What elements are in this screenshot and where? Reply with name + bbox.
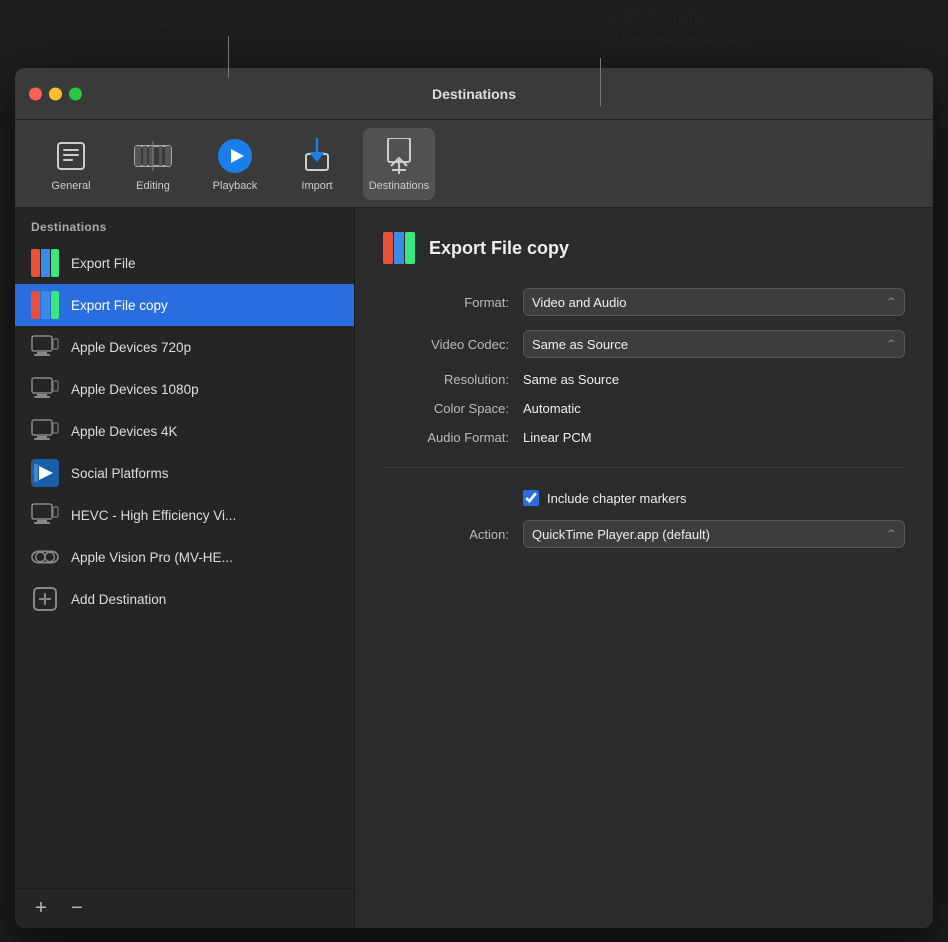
editing-toolbar-button[interactable]: Editing	[117, 128, 189, 200]
action-select-wrapper: QuickTime Player.app (default) None Open…	[523, 520, 905, 548]
export-file-label: Export File	[71, 256, 136, 271]
add-destination-button[interactable]: +	[27, 895, 55, 923]
apple-devices-720p-label: Apple Devices 720p	[71, 340, 191, 355]
sidebar: Destinations Export File	[15, 208, 355, 928]
apple-devices-1080p-icon	[31, 375, 59, 403]
hevc-label: HEVC - High Efficiency Vi...	[71, 508, 236, 523]
settings-divider	[383, 467, 905, 468]
format-label: Format:	[383, 295, 513, 310]
export-file-icon	[31, 249, 59, 277]
maximize-button[interactable]	[69, 87, 82, 100]
detail-title: Export File copy	[429, 238, 569, 259]
toolbar: General Editing	[15, 120, 933, 208]
sidebar-item-apple-devices-4k[interactable]: Apple Devices 4K	[15, 410, 354, 452]
sidebar-item-hevc[interactable]: HEVC - High Efficiency Vi...	[15, 494, 354, 536]
apple-vision-pro-icon	[31, 543, 59, 571]
detail-header: Export File copy	[383, 232, 905, 264]
destinations-toolbar-button[interactable]: Destinations	[363, 128, 435, 200]
apple-devices-4k-icon	[31, 417, 59, 445]
add-destination-icon	[31, 585, 59, 613]
import-icon	[297, 136, 337, 176]
general-label: General	[51, 180, 90, 192]
remove-destination-button[interactable]: −	[63, 895, 91, 923]
traffic-lights	[29, 87, 82, 100]
window-body: Destinations Export File	[15, 208, 933, 928]
import-label: Import	[301, 180, 332, 192]
hevc-icon	[31, 501, 59, 529]
apple-devices-720p-icon	[31, 333, 59, 361]
chapter-markers-checkbox[interactable]	[523, 490, 539, 506]
color-space-value: Automatic	[523, 401, 905, 416]
add-destination-label: Add Destination	[71, 592, 166, 607]
destinations-label: Destinations	[369, 180, 430, 192]
chapter-markers-text: Include chapter markers	[547, 491, 686, 506]
format-select[interactable]: Video and Audio Video Only Audio Only	[523, 288, 905, 316]
sidebar-item-export-file[interactable]: Export File	[15, 242, 354, 284]
sidebar-list: Export File Export File copy	[15, 242, 354, 888]
video-codec-select-wrapper: Same as Source H.264 H.265 (HEVC) ProRes…	[523, 330, 905, 358]
export-file-copy-label: Export File copy	[71, 298, 168, 313]
general-icon	[51, 136, 91, 176]
chapter-markers-row: Include chapter markers	[523, 490, 905, 506]
detail-panel: Export File copy Format: Video and Audio…	[355, 208, 933, 928]
color-space-label: Color Space:	[383, 401, 513, 416]
sidebar-item-apple-vision-pro[interactable]: Apple Vision Pro (MV-HE...	[15, 536, 354, 578]
sidebar-item-social-platforms[interactable]: Social Platforms	[15, 452, 354, 494]
titlebar: Destinations	[15, 68, 933, 120]
new-destination-callout: New destination	[155, 14, 262, 35]
sidebar-item-apple-devices-1080p[interactable]: Apple Devices 1080p	[15, 368, 354, 410]
export-file-copy-icon	[31, 291, 59, 319]
close-button[interactable]	[29, 87, 42, 100]
sidebar-item-export-file-copy[interactable]: Export File copy	[15, 284, 354, 326]
editing-label: Editing	[136, 180, 170, 192]
apple-vision-pro-label: Apple Vision Pro (MV-HE...	[71, 550, 233, 565]
resolution-value: Same as Source	[523, 372, 905, 387]
import-toolbar-button[interactable]: Import	[281, 128, 353, 200]
audio-format-value: Linear PCM	[523, 430, 905, 445]
main-window: Destinations General	[15, 68, 933, 928]
sidebar-item-apple-devices-720p[interactable]: Apple Devices 720p	[15, 326, 354, 368]
playback-toolbar-button[interactable]: Playback	[199, 128, 271, 200]
social-platforms-icon	[31, 459, 59, 487]
social-platforms-label: Social Platforms	[71, 466, 169, 481]
apple-devices-1080p-label: Apple Devices 1080p	[71, 382, 199, 397]
playback-icon	[215, 136, 255, 176]
window-title: Destinations	[432, 86, 516, 102]
video-codec-select[interactable]: Same as Source H.264 H.265 (HEVC) ProRes…	[523, 330, 905, 358]
editing-icon	[133, 136, 173, 176]
audio-format-label: Audio Format:	[383, 430, 513, 445]
apple-devices-4k-label: Apple Devices 4K	[71, 424, 178, 439]
sidebar-footer: + −	[15, 888, 354, 928]
playback-label: Playback	[213, 180, 258, 192]
detail-icon	[383, 232, 415, 264]
settings-grid: Format: Video and Audio Video Only Audio…	[383, 288, 905, 548]
video-codec-label: Video Codec:	[383, 337, 513, 352]
minimize-button[interactable]	[49, 87, 62, 100]
resolution-label: Resolution:	[383, 372, 513, 387]
sidebar-header: Destinations	[15, 208, 354, 242]
modify-settings-callout: Modify the settingsfor the new destinati…	[600, 8, 755, 50]
action-label: Action:	[383, 527, 513, 542]
action-select[interactable]: QuickTime Player.app (default) None Open…	[523, 520, 905, 548]
format-select-wrapper: Video and Audio Video Only Audio Only	[523, 288, 905, 316]
sidebar-item-add-destination[interactable]: Add Destination	[15, 578, 354, 620]
destinations-icon	[379, 136, 419, 176]
general-toolbar-button[interactable]: General	[35, 128, 107, 200]
